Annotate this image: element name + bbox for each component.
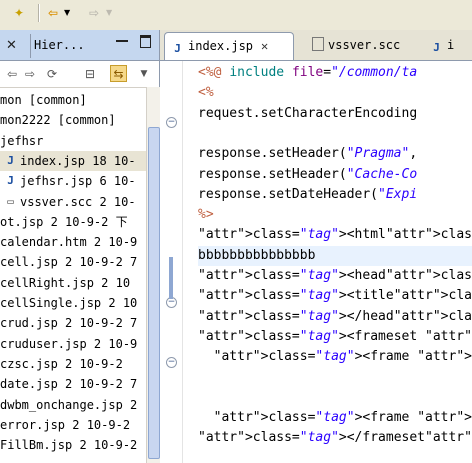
tree-item-label: mon [common] [0, 93, 87, 107]
close-icon[interactable]: ✕ [6, 38, 17, 53]
editor-tab-bar: Jindex.jsp ✕ vssver.scc Ji [160, 30, 472, 61]
tree-item[interactable]: Jindex.jsp 18 10- [0, 150, 146, 171]
code-line[interactable]: "attr">class="tag"><frameset "attr">rows… [198, 327, 472, 347]
code-line[interactable]: "attr">class="tag"><frame "attr">name="H… [198, 408, 472, 428]
view-menu-icon[interactable]: ▼ [136, 66, 152, 82]
tab-vssver-scc[interactable]: vssver.scc [306, 32, 424, 59]
forward-dropdown-icon[interactable]: ▼ [106, 5, 112, 21]
tab-overflow[interactable]: Ji [424, 32, 472, 59]
view-tab-bar: ✕ Hier... [0, 30, 159, 61]
collapse-all-icon[interactable]: ⊟ [82, 66, 98, 82]
scc-file-icon: ▭ [7, 194, 14, 208]
code-line[interactable]: "attr">class="tag"></head"attr">class="t… [198, 307, 472, 327]
code-line[interactable]: <% [198, 83, 214, 103]
jsp-file-icon: J [7, 153, 14, 167]
tree-item-label: date.jsp 2 10-9-2 7 [0, 377, 138, 392]
forward-icon[interactable]: ⇨ [86, 5, 102, 21]
tab-index-jsp[interactable]: Jindex.jsp ✕ [164, 32, 294, 60]
code-area[interactable]: <%@ include file="/common/ta <% request.se… [198, 61, 472, 463]
fold-toggle-icon[interactable]: − [166, 357, 177, 368]
tree-item-label: ot.jsp 2 10-9-2 下 [0, 214, 128, 229]
code-line[interactable]: "attr">class="tag"><html"attr">class="ta… [198, 225, 472, 245]
tree-item-label: mon2222 [common] [0, 113, 116, 128]
minimize-icon[interactable] [116, 40, 128, 42]
tree-item-label: jefhsr.jsp 6 10- [20, 174, 136, 189]
editor-gutter: − − − [160, 61, 183, 463]
tab-label: vssver.scc [328, 38, 401, 52]
back-dropdown-icon[interactable]: ▼ [64, 5, 70, 21]
jsp-file-icon: J [433, 41, 440, 54]
toolbar-separator [38, 4, 39, 22]
view-toolbar: ⇦ ⇨ ⟳ ⊟ ⇆ ▼ [0, 61, 159, 88]
tree-item-label: cellRight.jsp 2 10 [0, 275, 131, 290]
main-toolbar: ✦ ⇦ ▼ ⇨ ▼ [0, 0, 472, 28]
up-folder-icon[interactable]: ⟳ [44, 66, 60, 82]
project-tree: mon [common] mon2222 [common] jefhsr Jindex… [0, 90, 146, 463]
back-icon[interactable]: ⇦ [45, 5, 61, 21]
tree-item-label: czsc.jsp 2 10-9-2 [0, 356, 123, 371]
tree-item-label: cell.jsp 2 10-9-2 7 [0, 255, 138, 270]
jsp-file-icon: J [174, 42, 181, 55]
tree-item-label: cellSingle.jsp 2 10 [0, 296, 138, 310]
scrollbar-thumb[interactable] [148, 127, 160, 459]
tree-item-label: cruduser.jsp 2 10-9 [0, 336, 138, 351]
code-line[interactable]: request.setCharacterEncoding [198, 104, 417, 124]
tree-item-label: crud.jsp 2 10-9-2 7 [0, 316, 138, 331]
forward-nav-icon[interactable]: ⇨ [22, 66, 38, 82]
code-line[interactable]: "attr">class="tag"></frameset"attr">clas… [198, 428, 472, 448]
tree-item-label: vssver.scc 2 10- [20, 194, 136, 209]
code-line[interactable]: response.setDateHeader("Expi [198, 185, 417, 205]
code-line[interactable]: <%@ include file="/common/ta [198, 63, 417, 83]
back-nav-icon[interactable]: ⇦ [4, 66, 20, 82]
code-line[interactable]: "attr">class="tag"><frame "attr">name="M… [198, 347, 472, 367]
tree-item-label: calendar.htm 2 10-9 [0, 235, 138, 250]
project-explorer-view: ✕ Hier... ⇦ ⇨ ⟳ ⊟ ⇆ ▼ mon [common] mon222… [0, 30, 160, 463]
text-file-icon [312, 37, 324, 51]
tab-hierarchy[interactable]: Hier... [34, 38, 85, 52]
fold-toggle-icon[interactable]: − [166, 117, 177, 128]
pin-editor-icon[interactable]: ✦ [14, 5, 24, 21]
tree-item-label: dwbm_onchange.jsp 2 [0, 397, 138, 412]
vertical-scrollbar[interactable] [146, 87, 160, 463]
change-marker [169, 257, 173, 299]
link-with-editor-icon[interactable]: ⇆ [110, 65, 127, 82]
maximize-icon[interactable] [140, 35, 151, 48]
code-line[interactable]: bbbbbbbbbbbbbbb [198, 245, 472, 266]
tree-item-label: jefhsr [0, 133, 44, 148]
tab-label: index.jsp [188, 39, 254, 53]
close-tab-icon[interactable]: ✕ [261, 39, 268, 53]
tree-item-label: FillBm.jsp 2 10-9-2 [0, 438, 138, 453]
tree-item-label: index.jsp 18 10- [20, 153, 136, 168]
code-line[interactable]: response.setHeader("Pragma", [198, 144, 417, 164]
jsp-file-icon: J [7, 174, 14, 188]
code-line[interactable]: "attr">class="tag"><title"attr">class="t… [198, 286, 472, 306]
code-line[interactable]: response.setHeader("Cache-Co [198, 165, 417, 185]
tab-separator [30, 34, 31, 58]
code-line[interactable]: %> [198, 205, 214, 225]
tree-item-label: error.jsp 2 10-9-2 [0, 417, 131, 432]
code-line[interactable]: "attr">class="tag"><head"attr">class="ta… [198, 266, 472, 286]
tab-label: i [447, 38, 455, 52]
editor-area: Jindex.jsp ✕ vssver.scc Ji − − − <%@ incl… [160, 30, 472, 463]
